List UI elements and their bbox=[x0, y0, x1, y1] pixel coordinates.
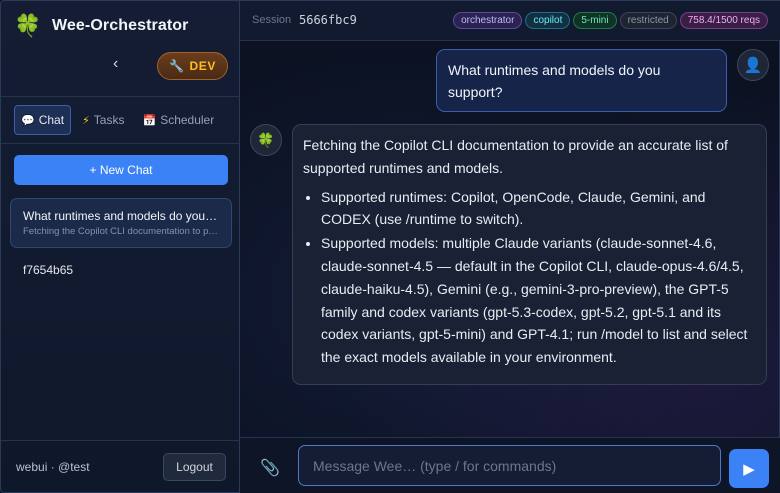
assistant-message-list: Supported runtimes: Copilot, OpenCode, C… bbox=[303, 186, 756, 369]
tab-tasks-label: Tasks bbox=[93, 113, 125, 127]
runtime-pill: copilot bbox=[525, 12, 571, 29]
sidebar: 🍀 Wee-Orchestrator ‹ 🔧 DEV 💬 Chat ⚡ Task… bbox=[0, 0, 241, 493]
calendar-icon: 📅 bbox=[142, 114, 157, 127]
tab-scheduler[interactable]: 📅 Scheduler bbox=[135, 105, 221, 135]
logout-button[interactable]: Logout bbox=[163, 453, 226, 481]
agent-pill: orchestrator bbox=[453, 12, 523, 29]
clover-icon: 🍀 bbox=[14, 13, 42, 38]
dev-badge-label: DEV bbox=[189, 59, 217, 73]
assistant-message-bubble: Fetching the Copilot CLI documentation t… bbox=[292, 124, 767, 385]
model-pill: 5-mini bbox=[573, 12, 617, 29]
sidebar-divider bbox=[1, 143, 241, 144]
list-item: Supported runtimes: Copilot, OpenCode, C… bbox=[321, 186, 756, 232]
chat-list-item-active[interactable]: What runtimes and models do you support?… bbox=[10, 198, 232, 248]
chat-bubble-icon: 💬 bbox=[21, 114, 35, 127]
session-header: Session 5666fbc9 orchestrator copilot 5-… bbox=[240, 1, 780, 41]
user-avatar-icon: 👤 bbox=[737, 49, 769, 81]
session-label: Session bbox=[252, 14, 292, 26]
permission-pill: restricted bbox=[619, 12, 677, 29]
sidebar-divider bbox=[1, 96, 241, 97]
user-message-bubble: What runtimes and models do you support? bbox=[436, 49, 727, 112]
app-title: Wee-Orchestrator bbox=[52, 17, 189, 34]
tab-scheduler-label: Scheduler bbox=[160, 113, 215, 127]
tab-chat[interactable]: 💬 Chat bbox=[14, 105, 72, 135]
assistant-avatar-clover-icon: 🍀 bbox=[250, 124, 282, 156]
chat-item-preview: Fetching the Copilot CLI documentation t… bbox=[23, 226, 219, 237]
session-id: 5666fbc9 bbox=[299, 13, 357, 27]
tab-tasks[interactable]: ⚡ Tasks bbox=[75, 105, 131, 135]
list-item: Supported models: multiple Claude varian… bbox=[321, 232, 756, 369]
session-pills: orchestrator copilot 5-mini restricted 7… bbox=[453, 12, 768, 29]
chat-list-item[interactable]: f7654b65 bbox=[23, 263, 73, 277]
new-chat-button[interactable]: + New Chat bbox=[14, 155, 228, 185]
chat-item-title: What runtimes and models do you support? bbox=[23, 209, 219, 223]
request-quota-pill: 758.4/1500 reqs bbox=[679, 12, 768, 29]
send-arrow-icon: ▶ bbox=[743, 460, 755, 478]
sidebar-divider bbox=[1, 440, 241, 441]
send-button[interactable]: ▶ bbox=[729, 449, 769, 488]
message-composer: 📎 ▶ bbox=[240, 437, 780, 493]
assistant-message-intro: Fetching the Copilot CLI documentation t… bbox=[303, 137, 728, 176]
dev-environment-badge[interactable]: 🔧 DEV bbox=[157, 52, 228, 80]
lightning-icon: ⚡ bbox=[82, 114, 90, 127]
collapse-sidebar-chevron-icon[interactable]: ‹ bbox=[113, 55, 118, 73]
chat-main: Session 5666fbc9 orchestrator copilot 5-… bbox=[240, 0, 780, 493]
tab-chat-label: Chat bbox=[38, 113, 65, 127]
sidebar-tabs: 💬 Chat ⚡ Tasks 📅 Scheduler bbox=[14, 105, 221, 135]
wrench-icon: 🔧 bbox=[168, 59, 185, 73]
message-input[interactable] bbox=[298, 445, 721, 486]
current-user-label: webui · @test bbox=[16, 460, 90, 474]
paperclip-icon[interactable]: 📎 bbox=[260, 458, 280, 478]
brand: 🍀 Wee-Orchestrator bbox=[14, 13, 188, 39]
